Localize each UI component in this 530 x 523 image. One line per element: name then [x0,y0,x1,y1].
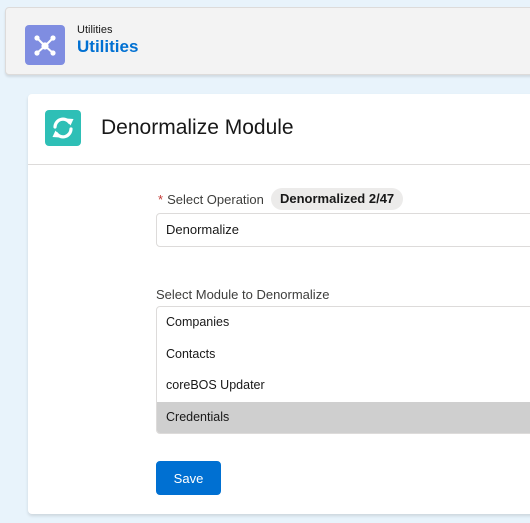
operation-select[interactable]: Denormalize [156,213,530,247]
denormalize-card: Denormalize Module * Select Operation Den… [28,94,530,514]
share-network-icon [25,25,65,65]
header-subtitle: Utilities [77,24,113,36]
module-option-selected[interactable]: Credentials [157,401,530,433]
page-title: Utilities [77,37,139,56]
card-title: Denormalize Module [101,116,294,139]
module-listbox[interactable]: Companies Contacts coreBOS Updater Crede… [156,306,530,434]
operation-label: Select Operation [167,192,264,207]
card-header: Denormalize Module [28,94,530,165]
page-header: Utilities Utilities [5,7,530,75]
refresh-icon [45,110,81,146]
required-marker: * [158,192,164,207]
module-option[interactable]: coreBOS Updater [157,370,530,402]
status-badge: Denormalized 2/47 [271,188,404,210]
module-option[interactable]: Companies [157,307,530,339]
operation-label-row: * Select Operation [158,192,264,208]
module-option[interactable]: Contacts [157,339,530,371]
save-button[interactable]: Save [156,461,221,495]
module-label: Select Module to Denormalize [156,287,330,302]
